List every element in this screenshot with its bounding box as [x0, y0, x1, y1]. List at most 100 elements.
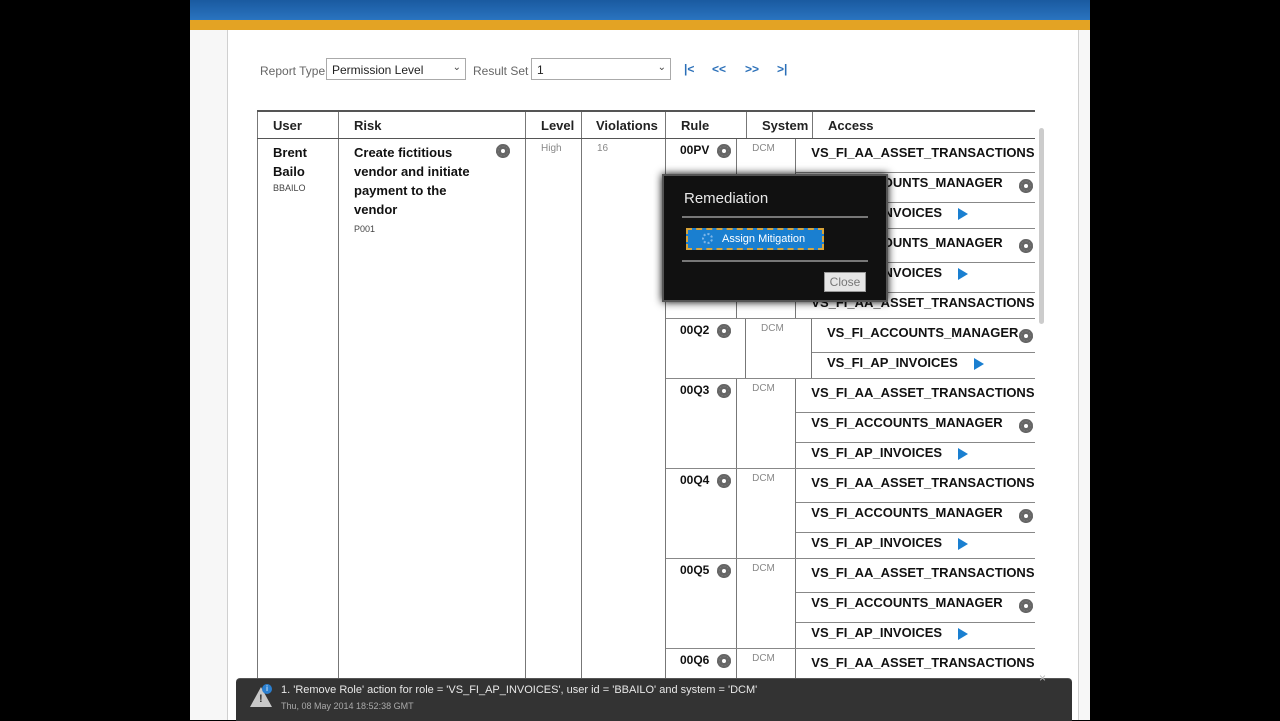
access-name: VS_FI_ACCOUNTS_MANAGER	[811, 595, 1003, 610]
last-page-button[interactable]: >|	[777, 62, 787, 76]
access-cell: VS_FI_AA_ASSET_TRANSACTIONS VS_FI_ACCOUNT…	[796, 379, 1035, 468]
notification-time: Thu, 08 May 2014 18:52:38 GMT	[281, 701, 414, 711]
gear-icon[interactable]	[717, 563, 732, 578]
system-value: DCM	[737, 379, 797, 468]
access-name: VS_FI_ACCOUNTS_MANAGER	[811, 505, 1003, 520]
column-header-risk[interactable]: Risk	[338, 110, 526, 139]
risk-cell: Create fictitious vendor and initiate pa…	[338, 138, 526, 699]
access-row[interactable]: VS_FI_AA_ASSET_TRANSACTIONS	[796, 473, 1035, 503]
access-cell: VS_FI_AA_ASSET_TRANSACTIONS VS_FI_ACCOUNT…	[796, 469, 1035, 558]
result-set-value: 1	[537, 63, 544, 77]
rule-name[interactable]: 00Q5	[680, 563, 709, 577]
level-cell: High	[525, 138, 582, 699]
violations-value: 16	[597, 143, 609, 154]
gear-icon[interactable]	[1018, 509, 1033, 523]
previous-page-button[interactable]: <<	[712, 62, 726, 76]
rule-name[interactable]: 00PV	[680, 143, 709, 157]
rule-name[interactable]: 00Q4	[680, 473, 709, 487]
user-name[interactable]: Brent Bailo	[273, 143, 338, 181]
access-row[interactable]: VS_FI_ACCOUNTS_MANAGER	[796, 503, 1035, 533]
gear-icon[interactable]	[717, 383, 732, 398]
risk-gear-icon[interactable]	[496, 142, 510, 160]
result-set-select[interactable]: 1 ⌄	[531, 58, 671, 80]
violations-table: User Risk Level Violations Rule System A…	[257, 110, 1035, 699]
first-page-button[interactable]: |<	[684, 62, 694, 76]
rule-name[interactable]: 00Q2	[680, 323, 709, 337]
gear-icon[interactable]	[1018, 239, 1033, 253]
popup-divider	[682, 260, 868, 262]
access-name: VS_FI_AA_ASSET_TRANSACTIONS	[811, 475, 1035, 490]
report-type-value: Permission Level	[332, 63, 424, 77]
system-value: DCM	[737, 559, 797, 648]
gear-icon[interactable]	[717, 653, 732, 668]
table-header: User Risk Level Violations Rule System A…	[257, 110, 1035, 139]
close-button[interactable]: Close	[824, 272, 866, 292]
rule-block: 00Q5 DCM VS_FI_AA_ASSET_TRANSACTIONS VS_FI_…	[666, 559, 1035, 649]
rule-cell: 00Q5	[666, 559, 738, 648]
access-row[interactable]: VS_FI_ACCOUNTS_MANAGER	[812, 323, 1035, 353]
access-cell: VS_FI_AA_ASSET_TRANSACTIONS	[796, 649, 1034, 678]
access-name: VS_FI_AP_INVOICES	[811, 445, 943, 460]
play-icon[interactable]	[958, 537, 969, 550]
rule-cell: 00Q6	[666, 649, 738, 678]
notification-bar: ! i 1. 'Remove Role' action for role = '…	[236, 671, 1072, 721]
access-name: VS_FI_AP_INVOICES	[811, 625, 943, 640]
next-page-button[interactable]: >>	[745, 62, 759, 76]
notification-close-button[interactable]: ×	[1039, 671, 1046, 685]
popup-divider	[682, 216, 868, 218]
chevron-down-icon: ⌄	[452, 62, 461, 73]
column-header-user[interactable]: User	[257, 110, 339, 139]
column-header-rule[interactable]: Rule	[665, 110, 747, 139]
gear-icon[interactable]	[1018, 419, 1033, 433]
access-row[interactable]: VS_FI_AA_ASSET_TRANSACTIONS	[796, 563, 1035, 593]
column-header-level[interactable]: Level	[525, 110, 582, 139]
gear-icon[interactable]	[717, 323, 732, 338]
chevron-down-icon: ⌄	[657, 62, 666, 73]
access-name: VS_FI_ACCOUNTS_MANAGER	[811, 415, 1003, 430]
scrollbar-thumb[interactable]	[1039, 128, 1044, 324]
top-bar	[190, 0, 1090, 20]
gear-icon[interactable]	[1018, 179, 1033, 193]
access-row[interactable]: VS_FI_AA_ASSET_TRANSACTIONS	[796, 383, 1035, 413]
column-header-violations[interactable]: Violations	[581, 110, 666, 139]
report-toolbar: Report Type Permission Level ⌄ Result Se…	[190, 58, 1090, 84]
access-cell: VS_FI_ACCOUNTS_MANAGER VS_FI_AP_INVOICES	[812, 319, 1035, 378]
rule-name[interactable]: 00Q6	[680, 653, 709, 667]
rule-cell: 00Q2	[666, 319, 746, 378]
gear-icon[interactable]	[1018, 329, 1033, 343]
play-icon[interactable]	[958, 447, 969, 460]
system-value: DCM	[746, 319, 812, 378]
system-value: DCM	[737, 469, 797, 558]
accent-bar	[190, 20, 1090, 30]
user-cell: Brent Bailo BBAILO	[257, 138, 339, 699]
rule-name[interactable]: 00Q3	[680, 383, 709, 397]
report-type-label: Report Type	[260, 64, 326, 78]
play-icon[interactable]	[958, 207, 969, 220]
level-value: High	[541, 143, 562, 154]
vertical-scrollbar[interactable]	[1036, 112, 1046, 682]
user-id: BBAILO	[273, 183, 306, 193]
loading-icon	[702, 233, 713, 244]
play-icon[interactable]	[973, 357, 984, 370]
gear-icon[interactable]	[1018, 599, 1033, 613]
play-icon[interactable]	[958, 267, 969, 280]
assign-mitigation-button[interactable]: Assign Mitigation	[686, 228, 824, 250]
access-name: VS_FI_AA_ASSET_TRANSACTIONS	[811, 145, 1035, 160]
warning-mark: !	[259, 693, 263, 705]
table-row: Brent Bailo BBAILO Create fictitious ven…	[257, 138, 1035, 699]
assign-mitigation-label: Assign Mitigation	[722, 233, 806, 245]
rule-cell: 00Q4	[666, 469, 738, 558]
rule-block: 00Q3 DCM VS_FI_AA_ASSET_TRANSACTIONS VS_FI_…	[666, 379, 1035, 469]
access-row[interactable]: VS_FI_AA_ASSET_TRANSACTIONS	[796, 143, 1035, 173]
access-row[interactable]: VS_FI_ACCOUNTS_MANAGER	[796, 593, 1035, 623]
gear-icon[interactable]	[717, 143, 732, 158]
column-header-access[interactable]: Access	[812, 110, 1035, 139]
notification-message: 1. 'Remove Role' action for role = 'VS_F…	[281, 684, 758, 696]
gear-icon[interactable]	[717, 473, 732, 488]
popup-title: Remediation	[684, 190, 769, 207]
system-value: DCM	[737, 649, 797, 678]
play-icon[interactable]	[958, 627, 969, 640]
column-header-system[interactable]: System	[746, 110, 813, 139]
access-row[interactable]: VS_FI_ACCOUNTS_MANAGER	[796, 413, 1035, 443]
report-type-select[interactable]: Permission Level ⌄	[326, 58, 466, 80]
